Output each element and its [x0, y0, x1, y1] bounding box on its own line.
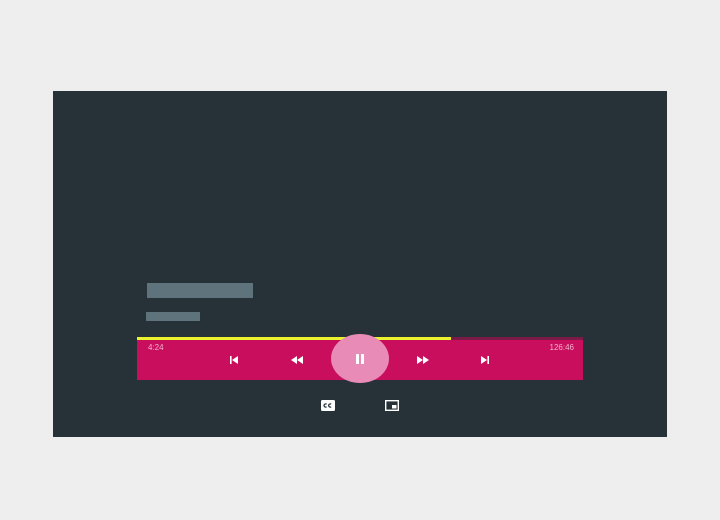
- closed-captions-button[interactable]: [320, 397, 336, 413]
- picture-in-picture-icon: [385, 399, 399, 411]
- skip-next-icon: [481, 356, 489, 364]
- playback-controls-bar: 4:24 126:46: [137, 334, 583, 383]
- pause-icon: [356, 353, 364, 364]
- fast-forward-button[interactable]: [413, 351, 433, 369]
- video-screen: 4:24 126:46: [53, 91, 667, 437]
- title-placeholder: [147, 283, 253, 298]
- fast-forward-icon: [417, 356, 429, 364]
- picture-in-picture-button[interactable]: [384, 397, 400, 413]
- rewind-icon: [291, 356, 303, 364]
- rewind-button[interactable]: [287, 351, 307, 369]
- closed-captions-icon: [321, 399, 335, 411]
- total-time: 126:46: [549, 343, 574, 352]
- pause-button[interactable]: [331, 334, 389, 383]
- progress-fill: [137, 337, 451, 340]
- elapsed-time: 4:24: [148, 343, 164, 352]
- skip-previous-icon: [230, 356, 238, 364]
- subtitle-placeholder: [146, 312, 200, 321]
- skip-next-button[interactable]: [475, 351, 495, 369]
- skip-previous-button[interactable]: [224, 351, 244, 369]
